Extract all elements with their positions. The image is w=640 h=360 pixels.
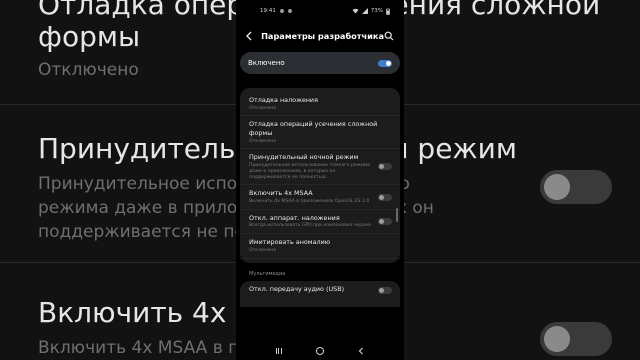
master-switch-label: Включено — [248, 59, 285, 67]
msaa-toggle[interactable] — [378, 193, 392, 201]
bg-sub-1: Отключено — [38, 60, 139, 80]
back-arrow-icon[interactable] — [244, 30, 253, 42]
item-title: Отладка наложения — [249, 96, 318, 104]
app-bar: Параметры разработчика — [236, 22, 404, 50]
signal-icon — [361, 8, 368, 14]
status-time: 19:41 — [260, 8, 276, 14]
recents-icon[interactable] — [272, 345, 286, 357]
item-text: Имитировать аномалию Отключено — [249, 238, 392, 253]
bg-title-1b: формы — [38, 20, 141, 53]
battery-percent: 73% — [370, 8, 383, 14]
hw-overlays-toggle[interactable] — [378, 217, 392, 225]
item-title: Отладка операций усечения сложной формы — [249, 120, 378, 137]
item-title: Имитировать аномалию — [249, 238, 331, 247]
setting-usb-audio[interactable]: Откл. передачу аудио (USB) — [240, 280, 400, 307]
setting-force-dark[interactable]: Принудительный ночной режим Принудительн… — [240, 149, 400, 186]
item-subtitle: Отключено — [249, 138, 277, 144]
usb-audio-toggle[interactable] — [378, 286, 392, 294]
phone-screen: 19:41 73% Параметры разработчика Включен… — [236, 0, 404, 360]
item-title: Принудительный ночной режим — [249, 153, 359, 162]
navigation-bar — [236, 342, 404, 360]
nav-back-icon[interactable] — [354, 345, 368, 357]
item-subtitle: Отключено — [249, 247, 277, 253]
item-text: Откл. передачу аудио (USB) — [249, 285, 378, 294]
force-dark-toggle[interactable] — [378, 163, 392, 171]
item-title: Откл. передачу аудио (USB) — [249, 284, 345, 293]
item-text: Включить 4x MSAA Включить 4x MSAA в прил… — [249, 189, 372, 204]
setting-clip-debug[interactable]: Отладка операций усечения сложной формы … — [240, 116, 400, 150]
master-toggle[interactable] — [378, 59, 392, 67]
setting-msaa[interactable]: Включить 4x MSAA Включить 4x MSAA в прил… — [240, 185, 400, 210]
item-text: Принудительный ночной режим Принудительн… — [249, 153, 372, 180]
setting-hw-overlays[interactable]: Откл. аппарат. наложения Всегда использо… — [240, 210, 400, 235]
bg-toggle — [540, 170, 612, 204]
scrollbar[interactable] — [396, 208, 398, 222]
bg-toggle — [540, 322, 612, 356]
status-bar: 19:41 73% — [236, 0, 404, 22]
battery-icon — [386, 8, 390, 15]
item-title: Включить 4x MSAA — [249, 189, 313, 198]
status-left: 19:41 — [260, 8, 292, 14]
section-label: Мультимедиа — [249, 270, 286, 277]
notification-icon — [287, 9, 292, 13]
setting-overdraw[interactable]: Отладка наложения Отключено — [240, 92, 400, 117]
settings-card: Отладка наложения Отключено Отладка опер… — [240, 88, 400, 263]
item-subtitle: Включить 4x MSAA в приложениях OpenGL ES… — [249, 198, 370, 204]
notification-icon — [279, 9, 284, 13]
item-title: Откл. аппарат. наложения — [249, 213, 340, 222]
page-title: Параметры разработчика — [261, 31, 384, 41]
status-right: 73% — [352, 8, 390, 15]
search-icon[interactable] — [384, 30, 394, 42]
item-text: Отладка операций усечения сложной формы … — [249, 120, 392, 144]
item-subtitle: Всегда использовать GPU при компоновке э… — [249, 223, 371, 229]
item-text: Откл. аппарат. наложения Всегда использо… — [249, 214, 372, 229]
item-subtitle: Отключено — [249, 105, 277, 111]
home-icon[interactable] — [313, 345, 327, 357]
wifi-icon — [352, 8, 359, 14]
item-text: Отладка наложения Отключено — [249, 96, 392, 111]
setting-simulate-anomaly[interactable]: Имитировать аномалию Отключено — [240, 234, 400, 259]
master-switch-row[interactable]: Включено — [240, 52, 400, 74]
item-subtitle: Принудительное использование темного реж… — [249, 162, 371, 180]
